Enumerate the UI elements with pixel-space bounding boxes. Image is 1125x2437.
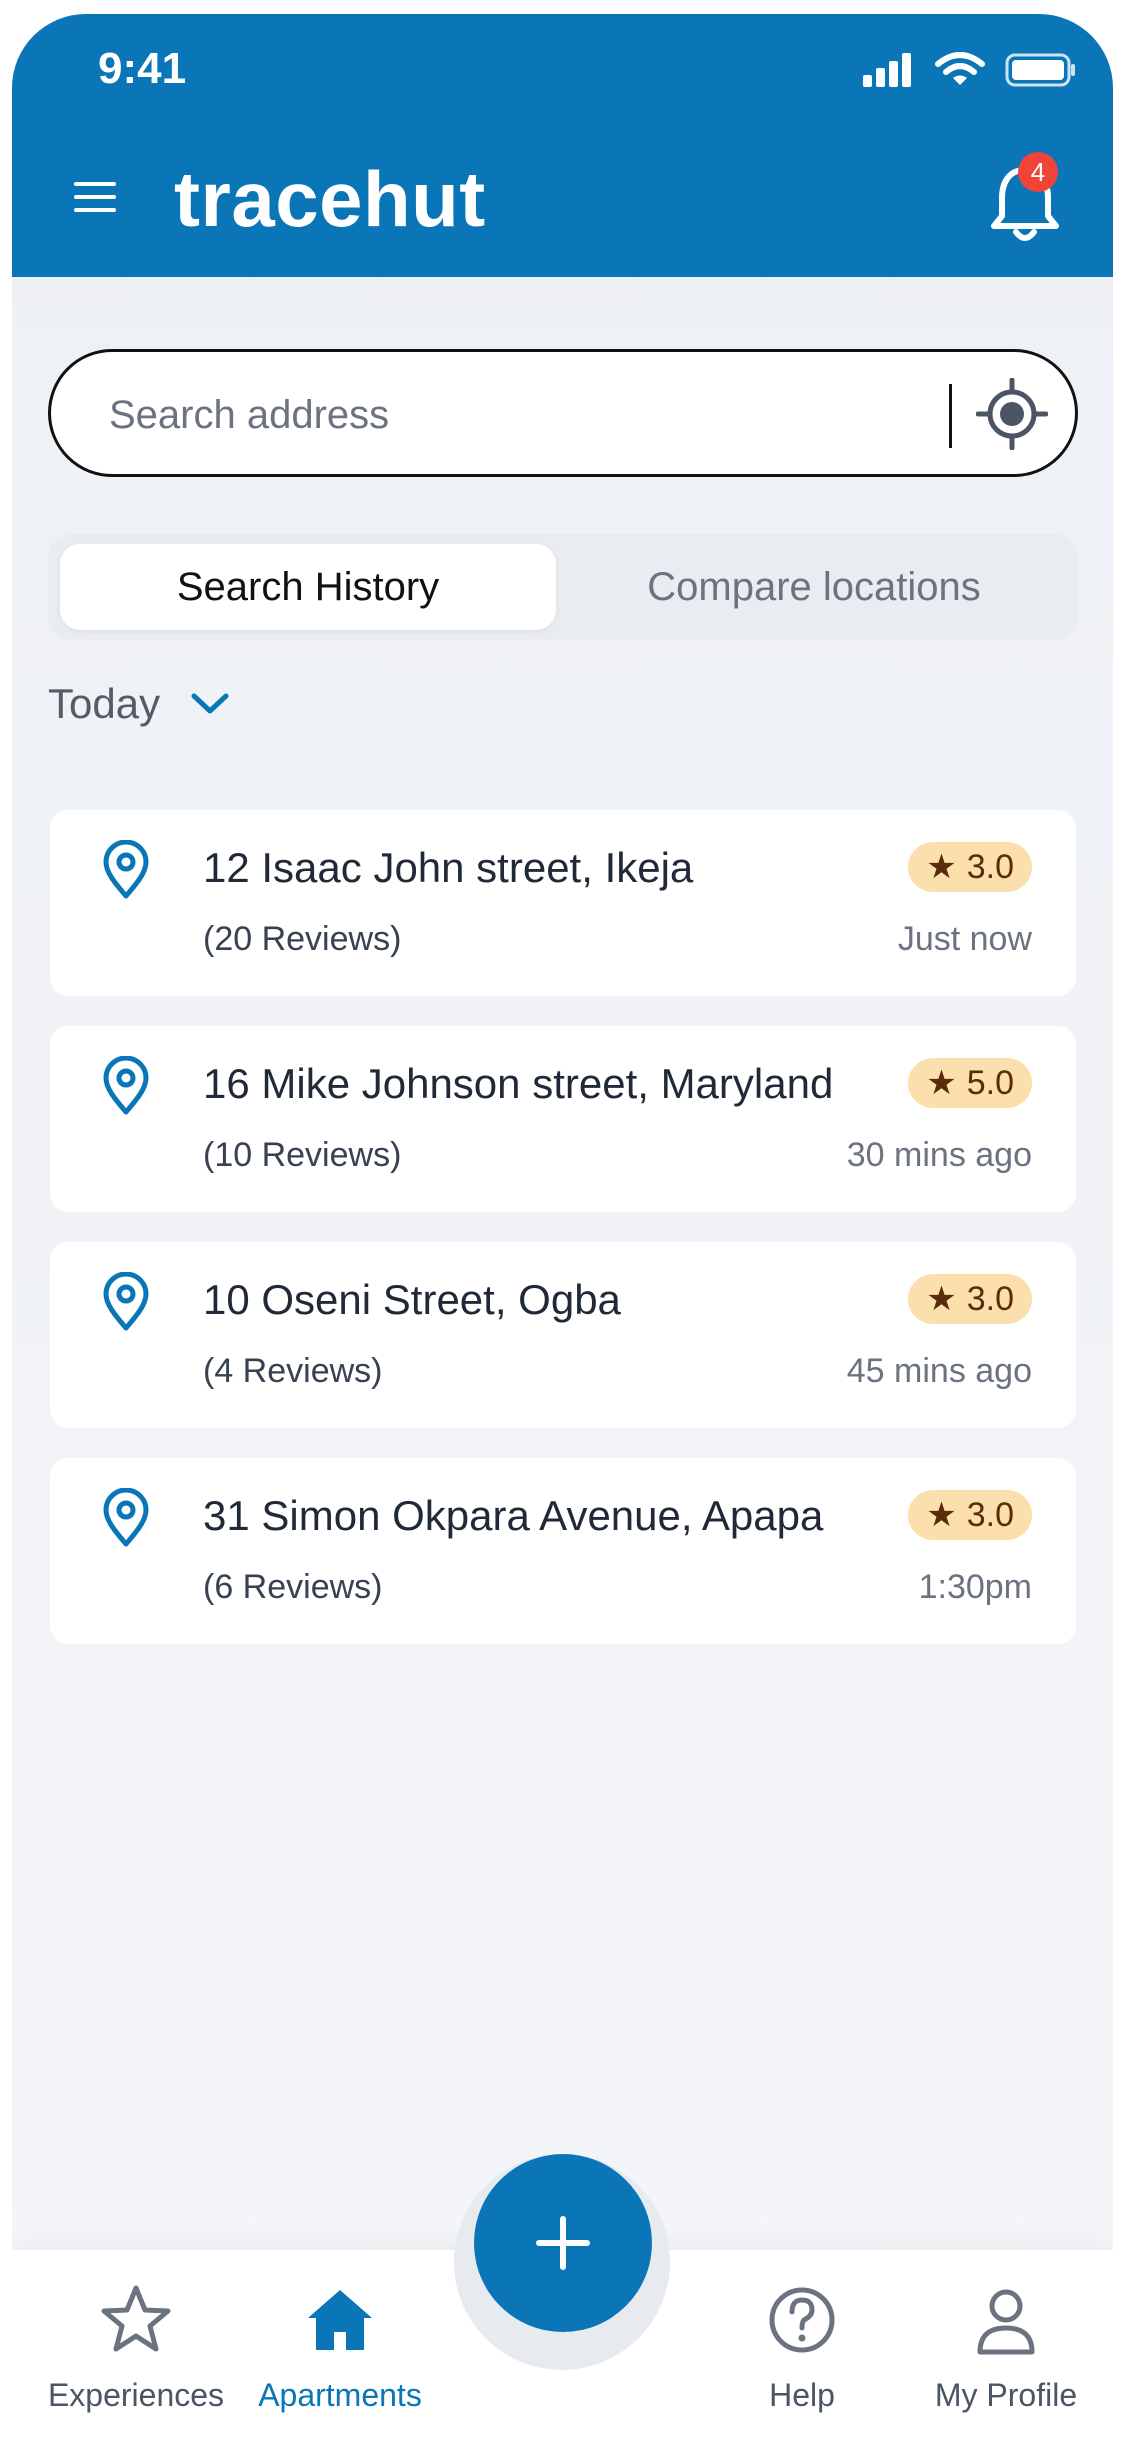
date-filter-label: Today <box>48 680 161 727</box>
star-icon: ★ <box>926 1496 957 1534</box>
phone-screen: 9:41 tracehut 4 Search address Search Hi… <box>12 14 1113 2437</box>
rating-badge: ★ 5.0 <box>908 1058 1032 1108</box>
notification-badge: 4 <box>1018 152 1058 192</box>
locate-icon[interactable] <box>976 378 1048 450</box>
history-address: 31 Simon Okpara Avenue, Apapa <box>203 1492 824 1539</box>
tab-compare-locations[interactable]: Compare locations <box>560 544 1068 630</box>
history-address: 10 Oseni Street, Ogba <box>203 1276 621 1323</box>
chevron-down-icon <box>191 693 229 714</box>
location-pin-icon <box>103 1056 149 1115</box>
plus-icon <box>536 2216 590 2270</box>
rating-value: 3.0 <box>966 1279 1014 1318</box>
app-header: 9:41 tracehut <box>12 14 1113 277</box>
user-icon <box>977 2289 1035 2355</box>
rating-value: 3.0 <box>966 847 1014 886</box>
wifi-icon <box>935 52 985 85</box>
rating-badge: ★ 3.0 <box>908 842 1032 892</box>
location-pin-icon <box>103 1488 149 1547</box>
history-item[interactable]: 12 Isaac John street, Ikeja (20 Reviews)… <box>50 810 1076 996</box>
location-pin-icon <box>103 1272 149 1331</box>
help-icon <box>769 2287 835 2353</box>
tab-help[interactable]: Help <box>702 2280 902 2414</box>
rating-badge: ★ 3.0 <box>908 1274 1032 1324</box>
history-time: Just now <box>897 920 1032 958</box>
tab-apartments[interactable]: Apartments <box>240 2280 440 2414</box>
search-divider <box>949 384 952 448</box>
battery-icon <box>1005 53 1075 87</box>
tab-search-history[interactable]: Search History <box>60 544 556 630</box>
history-time: 1:30pm <box>918 1568 1032 1606</box>
status-icons <box>861 52 1077 88</box>
star-icon: ★ <box>926 848 957 886</box>
history-reviews: (4 Reviews) <box>203 1352 383 1390</box>
history-item[interactable]: 31 Simon Okpara Avenue, Apapa (6 Reviews… <box>50 1458 1076 1644</box>
add-button[interactable] <box>474 2154 652 2332</box>
location-pin-icon <box>103 840 149 899</box>
star-icon: ★ <box>926 1064 957 1102</box>
rating-badge: ★ 3.0 <box>908 1490 1032 1540</box>
rating-value: 3.0 <box>966 1495 1014 1534</box>
segmented-control: Search History Compare locations <box>48 534 1078 640</box>
signal-icon <box>863 53 911 87</box>
tab-apartments-label: Apartments <box>258 2377 422 2413</box>
tab-my-profile[interactable]: My Profile <box>906 2280 1106 2414</box>
hamburger-menu-icon[interactable] <box>74 182 116 212</box>
star-icon: ★ <box>926 1280 957 1318</box>
history-reviews: (6 Reviews) <box>203 1568 383 1606</box>
search-bar <box>48 349 1078 477</box>
history-reviews: (10 Reviews) <box>203 1136 402 1174</box>
history-address: 16 Mike Johnson street, Maryland <box>203 1060 834 1107</box>
history-item[interactable]: 16 Mike Johnson street, Maryland (10 Rev… <box>50 1026 1076 1212</box>
tab-experiences[interactable]: Experiences <box>36 2280 236 2414</box>
tab-my-profile-label: My Profile <box>934 2377 1078 2413</box>
tab-experiences-label: Experiences <box>47 2377 225 2413</box>
rating-value: 5.0 <box>966 1063 1014 1102</box>
history-reviews: (20 Reviews) <box>203 920 402 958</box>
app-title: tracehut <box>174 155 486 243</box>
search-input[interactable] <box>107 384 911 446</box>
history-address: 12 Isaac John street, Ikeja <box>203 844 694 891</box>
tab-help-label: Help <box>769 2377 835 2413</box>
history-time: 30 mins ago <box>846 1136 1032 1174</box>
star-outline-icon <box>101 2285 171 2352</box>
history-item[interactable]: 10 Oseni Street, Ogba (4 Reviews) ★ 3.0 … <box>50 1242 1076 1428</box>
date-filter[interactable]: Today <box>48 680 230 728</box>
status-time: 9:41 <box>98 44 187 93</box>
home-icon <box>308 2290 372 2350</box>
history-time: 45 mins ago <box>846 1352 1032 1390</box>
